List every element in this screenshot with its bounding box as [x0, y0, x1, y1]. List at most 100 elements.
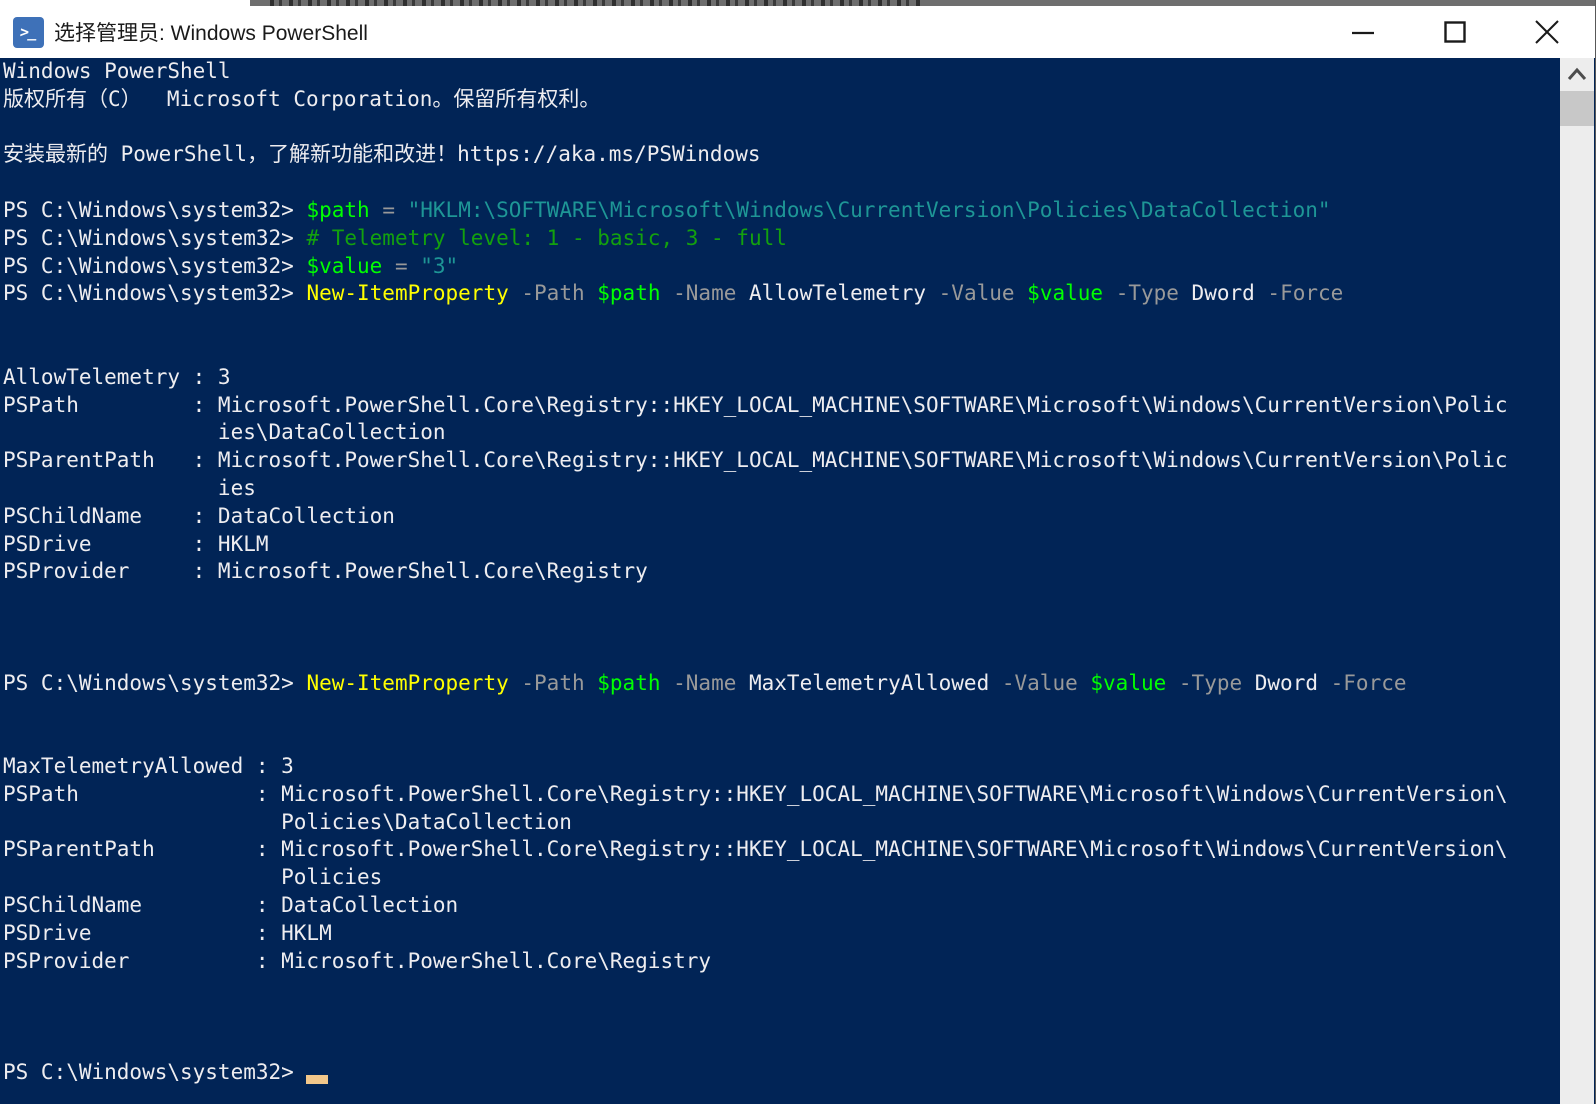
console-text-segment [585, 671, 598, 695]
console-line: PSPath : Microsoft.PowerShell.Core\Regis… [0, 781, 1560, 809]
console-text-segment: -Value [1002, 671, 1078, 695]
console-text-segment: $value [1090, 671, 1166, 695]
console-text-segment: -Type [1116, 281, 1179, 305]
console-text-segment: = [395, 254, 408, 278]
console-text-segment: "3" [420, 254, 458, 278]
console-text-segment: Policies [3, 865, 382, 889]
console-line [0, 308, 1560, 336]
console-text-segment: ies\DataCollection [3, 420, 446, 444]
console-text-segment: $path [597, 281, 660, 305]
console-line: PS C:\Windows\system32> New-ItemProperty… [0, 280, 1560, 308]
console-text-segment [660, 671, 673, 695]
console-line: PS C:\Windows\system32> New-ItemProperty… [0, 670, 1560, 698]
console-line: PSProvider : Microsoft.PowerShell.Core\R… [0, 558, 1560, 586]
console-line [0, 114, 1560, 142]
console-text-segment [509, 671, 522, 695]
console-text-segment [1166, 671, 1179, 695]
title-bar: >_ 选择管理员: Windows PowerShell [0, 6, 1595, 58]
console-line [0, 975, 1560, 1003]
console-line: PS C:\Windows\system32> # Telemetry leve… [0, 225, 1560, 253]
console-line: PSProvider : Microsoft.PowerShell.Core\R… [0, 948, 1560, 976]
console-line: PS C:\Windows\system32> $path = "HKLM:\S… [0, 197, 1560, 225]
console-text-segment: Policies\DataCollection [3, 810, 572, 834]
console-line: PSDrive : HKLM [0, 920, 1560, 948]
console-text-segment [395, 198, 408, 222]
powershell-window: >_ 选择管理员: Windows PowerShell Window [0, 0, 1596, 1104]
console-text-segment: AllowTelemetry [736, 281, 938, 305]
console-text-segment: PSProvider : Microsoft.PowerShell.Core\R… [3, 559, 648, 583]
console-line: 版权所有（C） Microsoft Corporation。保留所有权利。 [0, 86, 1560, 114]
console-text-segment: PSParentPath : Microsoft.PowerShell.Core… [3, 448, 1508, 472]
console-text-segment: -Value [939, 281, 1015, 305]
console-text-segment: Dword [1242, 671, 1331, 695]
console-text-segment: New-ItemProperty [306, 671, 508, 695]
console-text-segment [1078, 671, 1091, 695]
scrollbar[interactable] [1560, 58, 1594, 1104]
console-text-segment: -Name [673, 671, 736, 695]
minimize-icon [1351, 20, 1375, 44]
console-output-area[interactable]: Windows PowerShell 版权所有（C） Microsoft Corp… [0, 58, 1560, 1104]
console-line: PS C:\Windows\system32> $value = "3" [0, 253, 1560, 281]
console-text-segment: 版权所有（C） Microsoft Corporation。保留所有权利。 [3, 87, 600, 111]
chevron-up-icon [1565, 66, 1589, 83]
console-text-segment: -Force [1331, 671, 1407, 695]
console-text-segment: -Name [673, 281, 736, 305]
console-text-segment: $value [306, 254, 382, 278]
console-text-segment: PSDrive : HKLM [3, 921, 332, 945]
console-text-segment: PS C:\Windows\system32> [3, 1060, 306, 1084]
minimize-button[interactable] [1317, 6, 1409, 58]
console-text-segment: PSChildName : DataCollection [3, 504, 395, 528]
console-text-segment: $path [306, 198, 369, 222]
maximize-icon [1443, 20, 1467, 44]
console-text-segment: PSChildName : DataCollection [3, 893, 458, 917]
console-line: Windows PowerShell [0, 58, 1560, 86]
console-text-segment: PS C:\Windows\system32> [3, 254, 306, 278]
powershell-icon-glyph: >_ [20, 25, 38, 40]
console-text-segment: PS C:\Windows\system32> [3, 198, 306, 222]
close-button[interactable] [1501, 6, 1593, 58]
console-text-segment: $path [597, 671, 660, 695]
console-line: AllowTelemetry : 3 [0, 364, 1560, 392]
console-line: PSChildName : DataCollection [0, 892, 1560, 920]
console-line [0, 169, 1560, 197]
console-line: PSDrive : HKLM [0, 531, 1560, 559]
console-text-segment [509, 281, 522, 305]
close-icon [1534, 19, 1560, 45]
console-text-segment [370, 198, 383, 222]
console-text-segment: MaxTelemetryAllowed [736, 671, 1002, 695]
console-text-segment: # Telemetry level: 1 - basic, 3 - full [306, 226, 786, 250]
console-line: PSPath : Microsoft.PowerShell.Core\Regis… [0, 392, 1560, 420]
console-text-segment: PS C:\Windows\system32> [3, 281, 306, 305]
console-text-segment: Windows PowerShell [3, 59, 231, 83]
console-text-segment [1103, 281, 1116, 305]
console-line [0, 697, 1560, 725]
console-text-segment: -Force [1267, 281, 1343, 305]
scroll-up-button[interactable] [1560, 58, 1594, 90]
console-text-segment: PSPath : Microsoft.PowerShell.Core\Regis… [3, 782, 1508, 806]
console-text-segment [382, 254, 395, 278]
powershell-icon: >_ [13, 17, 44, 48]
console-text-segment: MaxTelemetryAllowed : 3 [3, 754, 294, 778]
console-line [0, 642, 1560, 670]
console-line: Policies [0, 864, 1560, 892]
console-text-segment: = [382, 198, 395, 222]
console-text-segment: 安装最新的 PowerShell，了解新功能和改进！https://aka.ms… [3, 142, 761, 166]
console-line [0, 1003, 1560, 1031]
console-line: PSParentPath : Microsoft.PowerShell.Core… [0, 836, 1560, 864]
console-text-segment: PS C:\Windows\system32> [3, 226, 306, 250]
scrollbar-thumb[interactable] [1560, 91, 1594, 126]
console-line: PSChildName : DataCollection [0, 503, 1560, 531]
console-text-segment: -Path [521, 671, 584, 695]
maximize-button[interactable] [1409, 6, 1501, 58]
console-line: Policies\DataCollection [0, 809, 1560, 837]
console-line: ies\DataCollection [0, 419, 1560, 447]
console-text-segment [660, 281, 673, 305]
console-text-segment: AllowTelemetry : 3 [3, 365, 231, 389]
console-line: MaxTelemetryAllowed : 3 [0, 753, 1560, 781]
console-text-segment [408, 254, 421, 278]
console-text-segment: New-ItemProperty [306, 281, 508, 305]
console-line [0, 725, 1560, 753]
console-text-segment: Dword [1179, 281, 1268, 305]
window-title: 选择管理员: Windows PowerShell [54, 17, 368, 47]
console-text-segment: PSDrive : HKLM [3, 532, 269, 556]
